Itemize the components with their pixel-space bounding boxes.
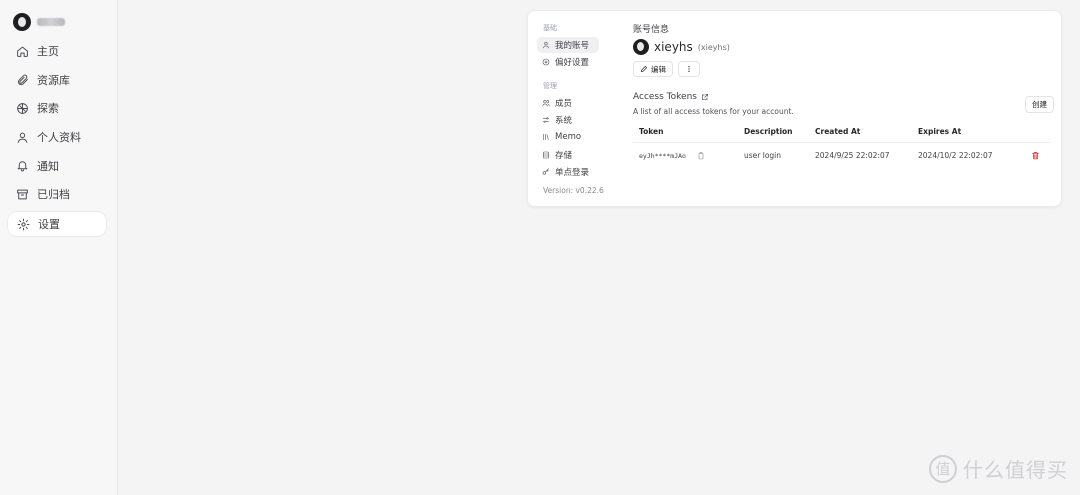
library-icon [543, 134, 549, 140]
more-vertical-icon [688, 66, 690, 72]
column-header-expires: Expires At [918, 127, 962, 136]
menu-item-label: 单点登录 [555, 168, 590, 178]
menu-item-label: 系统 [555, 116, 573, 126]
menu-item-sso[interactable]: 单点登录 [537, 164, 589, 180]
watermark: 值 什么值得买 [929, 454, 1068, 483]
gear-icon [17, 218, 30, 231]
menu-item-memo[interactable]: Memo [537, 129, 581, 145]
home-icon [17, 46, 28, 57]
sidebar-item-label: 个人资料 [37, 131, 81, 145]
create-token-button[interactable]: 创建 [1025, 96, 1054, 113]
sidebar-item-explore[interactable]: 探索 [7, 96, 107, 120]
sidebar-item-label: 主页 [37, 45, 59, 58]
settings-card: 基础 我的账号 偏好设置 管理 成员 系统 Memo 存储 单点登录 Versi… [527, 10, 1062, 207]
settings-icon [542, 58, 550, 66]
more-button[interactable] [678, 61, 700, 77]
account-handle: (xieyhs) [697, 42, 730, 52]
sidebar-item-label: 已归档 [37, 188, 70, 202]
create-button-label: 创建 [1032, 100, 1047, 109]
access-tokens-title-text: Access Tokens [633, 92, 697, 102]
access-tokens-title: Access Tokens [633, 92, 709, 102]
archive-icon [17, 189, 28, 200]
trash-icon[interactable] [1031, 151, 1040, 160]
token-created-at: 2024/9/25 22:02:07 [815, 151, 890, 160]
sidebar-item-label: 资源库 [37, 73, 70, 87]
copy-icon[interactable] [697, 152, 705, 160]
edit-button-label: 编辑 [651, 64, 666, 74]
sidebar-item-label: 通知 [37, 159, 59, 173]
sidebar: 主页 资源库 探索 个人资料 通知 已归档 设置 [0, 0, 118, 495]
menu-item-label: Memo [555, 132, 582, 142]
pencil-icon [641, 66, 647, 72]
account-user: xieyhs (xieyhs) [633, 39, 730, 55]
menu-item-storage[interactable]: 存储 [537, 147, 572, 163]
section-label-basic: 基础 [543, 24, 557, 32]
menu-item-members[interactable]: 成员 [537, 95, 572, 111]
external-link-icon[interactable] [701, 93, 709, 101]
version-text: Version: v0.22.6 [543, 186, 604, 195]
sidebar-item-settings[interactable]: 设置 [7, 211, 107, 238]
menu-item-label: 我的账号 [555, 41, 590, 51]
sidebar-item-notifications[interactable]: 通知 [7, 154, 107, 178]
menu-item-system[interactable]: 系统 [537, 112, 572, 128]
bell-icon [17, 161, 28, 172]
users-icon [542, 100, 550, 107]
key-icon [542, 168, 549, 175]
sidebar-nav: 主页 资源库 探索 个人资料 通知 已归档 设置 [7, 39, 107, 242]
column-header-created: Created At [815, 127, 861, 136]
paperclip-icon [17, 74, 28, 86]
sidebar-item-resources[interactable]: 资源库 [7, 68, 107, 92]
access-tokens-description: A list of all access tokens for your acc… [633, 107, 794, 116]
sliders-icon [543, 117, 549, 123]
avatar [13, 13, 31, 31]
database-icon [543, 151, 549, 159]
sidebar-item-label: 探索 [37, 102, 59, 116]
token-expires-at: 2024/10/2 22:02:07 [918, 151, 993, 160]
sidebar-item-label: 设置 [38, 218, 60, 232]
watermark-logo: 值 [929, 454, 957, 483]
account-display-name: xieyhs [654, 40, 693, 54]
column-header-token: Token [639, 127, 664, 136]
table-divider [633, 142, 1051, 143]
user-profile[interactable] [13, 13, 65, 31]
menu-item-preferences[interactable]: 偏好设置 [537, 54, 589, 70]
edit-button[interactable]: 编辑 [633, 61, 673, 77]
compass-icon [17, 103, 28, 114]
token-description: user login [744, 151, 782, 160]
account-section-title: 账号信息 [633, 25, 670, 35]
sidebar-item-home[interactable]: 主页 [7, 39, 107, 63]
menu-item-label: 存储 [555, 151, 573, 161]
menu-item-label: 成员 [555, 99, 573, 109]
user-icon [17, 132, 28, 143]
sidebar-item-archived[interactable]: 已归档 [7, 182, 107, 206]
token-value: eyJh****mJAo [639, 152, 686, 160]
user-icon [543, 42, 549, 49]
menu-item-label: 偏好设置 [555, 58, 590, 68]
avatar [633, 39, 649, 55]
column-header-description: Description [744, 127, 793, 136]
menu-item-my-account[interactable]: 我的账号 [537, 37, 599, 53]
username-blurred [37, 18, 65, 26]
section-label-admin: 管理 [543, 82, 557, 90]
watermark-text: 什么值得买 [963, 458, 1068, 482]
sidebar-item-profile[interactable]: 个人资料 [7, 125, 107, 149]
